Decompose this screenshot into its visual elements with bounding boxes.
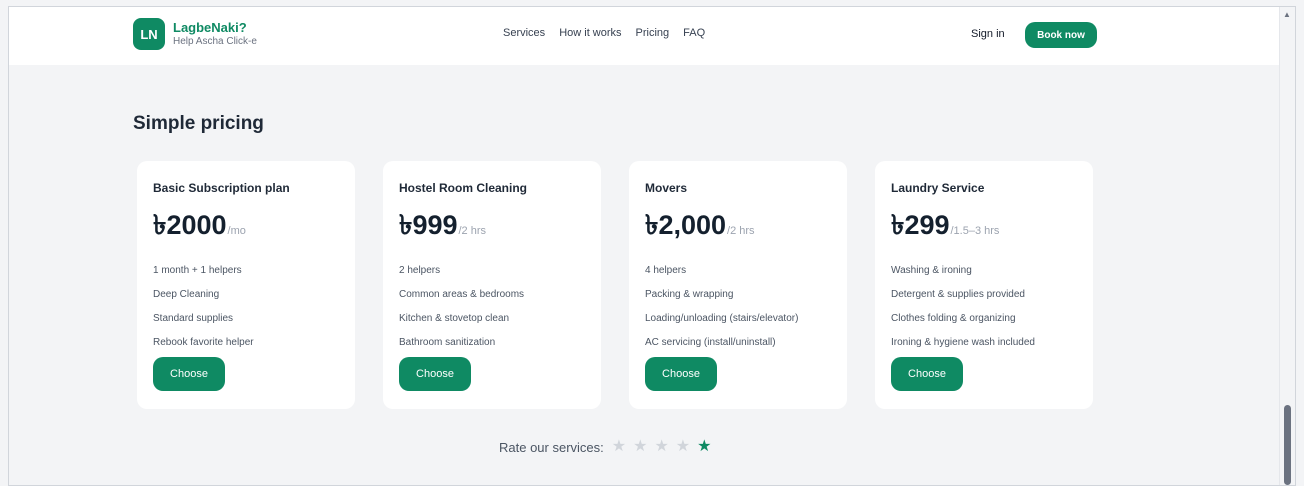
plan-feature: Kitchen & stovetop clean [399,313,510,324]
plan-price: ৳299 [891,210,950,240]
rating-label: Rate our services: [499,439,604,455]
plan-feature: Packing & wrapping [645,289,734,300]
plan-features: 1 month + 1 helpers Deep Cleaning Standa… [153,264,339,360]
plan-period: /2 hrs [727,225,755,237]
brand-name: LagbeNaki? [173,19,247,35]
top-navbar: LN LagbeNaki? Help Ascha Click-e Service… [9,7,1281,65]
nav-link-how-it-works[interactable]: How it works [559,27,621,39]
choose-button-hostel[interactable]: Choose [399,357,471,391]
price-row: ৳299 /1.5–3 hrs [891,205,1077,250]
brand-tagline: Help Ascha Click-e [173,35,257,47]
pricing-cards: Basic Subscription plan ৳2000 /mo 1 mont… [137,161,1093,409]
price-row: ৳2,000 /2 hrs [645,205,831,250]
plan-feature: Standard supplies [153,313,234,324]
plan-name: Hostel Room Cleaning [399,181,528,195]
scroll-up-icon[interactable]: ▲ [1283,10,1291,19]
plan-feature: Detergent & supplies provided [891,289,1025,300]
pricing-card-basic: Basic Subscription plan ৳2000 /mo 1 mont… [137,161,355,409]
plan-feature: 1 month + 1 helpers [153,265,242,276]
plan-feature: Clothes folding & organizing [891,313,1016,324]
plan-feature: 4 helpers [645,265,687,276]
nav-links: Services How it works Pricing FAQ [503,27,705,39]
pricing-card-hostel: Hostel Room Cleaning ৳999 /2 hrs 2 helpe… [383,161,601,409]
nav-link-services[interactable]: Services [503,27,545,39]
plan-feature: Washing & ironing [891,265,972,276]
brand[interactable]: LN LagbeNaki? Help Ascha Click-e [133,18,257,50]
plan-price: ৳2000 [153,210,227,240]
price-row: ৳2000 /mo [153,205,339,250]
star-icon[interactable]: ★ [676,439,690,455]
plan-feature: Common areas & bedrooms [399,289,525,300]
price-row: ৳999 /2 hrs [399,205,585,250]
page-scrollbar[interactable]: ▲ [1279,7,1295,485]
plan-period: /2 hrs [458,225,487,237]
choose-button-movers[interactable]: Choose [645,357,717,391]
star-icon[interactable]: ★ [697,439,711,455]
rating-widget: Rate our services: ★ ★ ★ ★ ★ [499,439,718,455]
book-now-button[interactable]: Book now [1025,22,1097,48]
plan-price: ৳2,000 [645,210,727,240]
plan-feature: 2 helpers [399,265,441,276]
plan-features: 4 helpers Packing & wrapping Loading/unl… [645,264,831,360]
star-icon[interactable]: ★ [612,439,626,455]
plan-feature: Deep Cleaning [153,289,220,300]
plan-feature: Loading/unloading (stairs/elevator) [645,313,799,324]
plan-name: Movers [645,181,688,195]
scrollbar-thumb[interactable] [1284,405,1291,485]
nav-link-pricing[interactable]: Pricing [636,27,670,39]
pricing-card-laundry: Laundry Service ৳299 /1.5–3 hrs Washing … [875,161,1093,409]
star-icon[interactable]: ★ [654,439,668,455]
plan-features: Washing & ironing Detergent & supplies p… [891,264,1077,360]
choose-button-basic[interactable]: Choose [153,357,225,391]
star-icon[interactable]: ★ [633,439,647,455]
nav-link-faq[interactable]: FAQ [683,27,705,39]
brand-text: LagbeNaki? Help Ascha Click-e [173,20,257,49]
plan-name: Laundry Service [891,181,985,195]
choose-button-laundry[interactable]: Choose [891,357,963,391]
plan-features: 2 helpers Common areas & bedrooms Kitche… [399,264,585,360]
browser-viewport: LN LagbeNaki? Help Ascha Click-e Service… [8,6,1296,486]
pricing-card-movers: Movers ৳2,000 /2 hrs 4 helpers Packing &… [629,161,847,409]
plan-period: /1.5–3 hrs [950,225,1000,237]
brand-logo: LN [133,18,165,50]
plan-name: Basic Subscription plan [153,181,290,195]
sign-in-link[interactable]: Sign in [971,28,1005,40]
pricing-title: Simple pricing [133,113,264,134]
plan-period: /mo [227,225,246,237]
plan-price: ৳999 [399,210,458,240]
